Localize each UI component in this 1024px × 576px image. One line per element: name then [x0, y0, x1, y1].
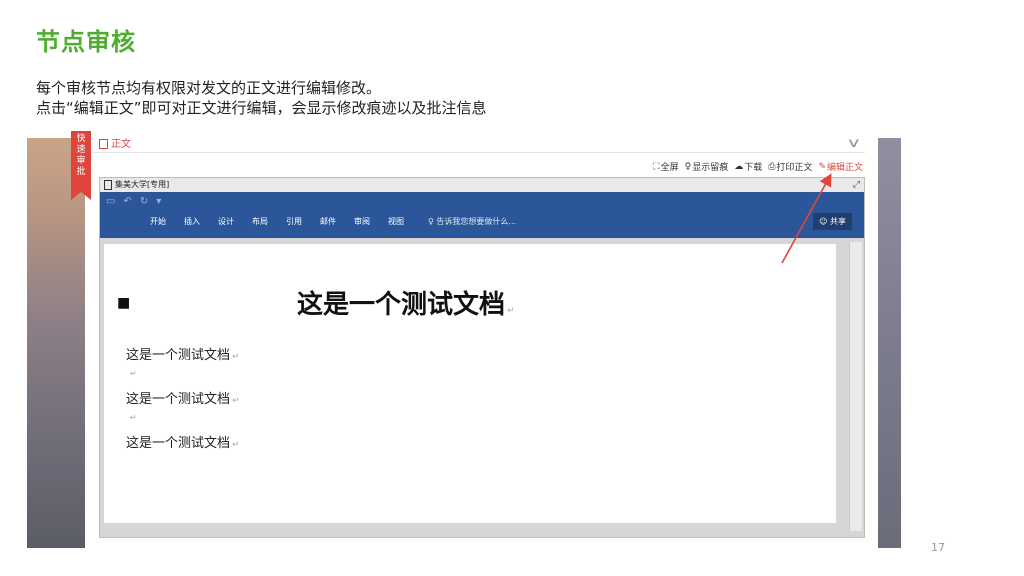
quick-approve-tag[interactable]: 快 速 审 批	[71, 131, 91, 200]
editor-titlebar: 集美大学[专用] ⤢	[100, 178, 864, 192]
download-cloud-icon: ☁	[734, 161, 744, 172]
print-button[interactable]: ⎙ 打印正文	[768, 160, 813, 174]
user-icon: ☺	[819, 217, 828, 226]
document-heading: 这是一个测试文档 ↵	[297, 284, 515, 321]
pencil-icon: ✎	[818, 161, 826, 172]
tab-design[interactable]: 设计	[218, 216, 234, 227]
tab-view[interactable]: 视图	[388, 216, 404, 227]
heading-text: 这是一个测试文档	[297, 290, 506, 320]
tab-insert[interactable]: 插入	[184, 216, 200, 227]
body-text: 这是一个测试文档	[126, 436, 231, 451]
slide-title: 节点审核	[36, 28, 136, 56]
description-line-2: 点击“编辑正文”即可对正文进行编辑，会显示修改痕迹以及批注信息	[36, 99, 487, 117]
page-number: 17	[931, 541, 945, 554]
tab-mailings[interactable]: 邮件	[320, 216, 336, 227]
paragraph-mark: ↵	[232, 440, 240, 450]
empty-paragraph-mark: ↵	[130, 369, 137, 378]
empty-paragraph-mark: ↵	[130, 413, 137, 422]
share-button[interactable]: ☺ 共享	[813, 213, 852, 230]
body-text: 这是一个测试文档	[126, 348, 231, 363]
body-line-2: 这是一个测试文档 ↵	[126, 388, 240, 407]
body-line-1: 这是一个测试文档 ↵	[126, 344, 240, 363]
tab-home[interactable]: 开始	[150, 216, 166, 227]
chevron-down-icon[interactable]: ∨	[847, 138, 862, 151]
ribbon-tabs: 开始 插入 设计 布局 引用 邮件 审阅 视图	[150, 216, 404, 227]
tab-layout[interactable]: 布局	[252, 216, 268, 227]
description-line-1: 每个审核节点均有权限对发文的正文进行编辑修改。	[36, 79, 382, 97]
printer-icon: ⎙	[768, 161, 776, 172]
customize-icon[interactable]: ▾	[156, 196, 161, 207]
tag-char: 批	[76, 167, 86, 177]
document-toolbar: ⛶ 全屏 ♀ 显示留痕 ☁ 下载 ⎙ 打印正文 ✎ 编辑正文	[653, 160, 863, 174]
lightbulb-icon: ♀	[684, 161, 692, 172]
document-icon	[99, 139, 108, 149]
paragraph-mark: ↵	[232, 396, 240, 406]
document-panel: 正文 ∨ ⛶ 全屏 ♀ 显示留痕 ☁ 下载 ⎙ 打印正文 ✎ 编辑正文 集美大学[专用] …	[93, 138, 865, 538]
download-label: 下载	[744, 163, 763, 173]
tab-review[interactable]: 审阅	[354, 216, 370, 227]
paragraph-mark: ↵	[232, 352, 240, 362]
show-marks-button[interactable]: ♀ 显示留痕	[684, 160, 729, 174]
lightbulb-icon: ♀	[428, 217, 434, 226]
tag-char: 快	[76, 134, 86, 144]
body-line-3: 这是一个测试文档 ↵	[126, 432, 240, 451]
right-decorative-image	[878, 138, 901, 548]
tag-char: 速	[76, 145, 86, 155]
description: 每个审核节点均有权限对发文的正文进行编辑修改。 点击“编辑正文”即可对正文进行编…	[36, 78, 487, 118]
vertical-ruler	[849, 242, 862, 531]
document-area: ■ 这是一个测试文档 ↵ 这是一个测试文档 ↵ ↵ 这是一个测试文档 ↵ ↵ 这是一个…	[100, 238, 864, 537]
tab-body-text[interactable]: 正文	[99, 138, 131, 150]
edit-body-button[interactable]: ✎ 编辑正文	[818, 160, 863, 174]
show-marks-label: 显示留痕	[692, 163, 729, 173]
divider	[93, 152, 865, 153]
body-text: 这是一个测试文档	[126, 392, 231, 407]
editor-window-title: 集美大学[专用]	[115, 180, 170, 189]
fullscreen-button[interactable]: ⛶ 全屏	[653, 160, 679, 174]
share-label: 共享	[830, 217, 846, 226]
tab-references[interactable]: 引用	[286, 216, 302, 227]
redo-icon[interactable]: ↻	[140, 196, 148, 207]
bullet-dot: ■	[117, 295, 131, 311]
tell-me-search[interactable]: ♀ 告诉我您想要做什么...	[428, 216, 516, 227]
expand-icon[interactable]: ⤢	[853, 178, 860, 192]
tell-me-label: 告诉我您想要做什么...	[436, 217, 517, 226]
print-label: 打印正文	[776, 163, 813, 173]
word-ribbon: ▭ ↶ ↻ ▾ 开始 插入 设计 布局 引用 邮件 审阅 视图 ♀ 告诉我您想要…	[100, 192, 864, 238]
expand-icon: ⛶	[653, 161, 660, 172]
tab-label: 正文	[111, 139, 131, 150]
undo-icon[interactable]: ↶	[123, 196, 131, 207]
paragraph-mark: ↵	[507, 306, 515, 316]
document-page[interactable]: ■ 这是一个测试文档 ↵ 这是一个测试文档 ↵ ↵ 这是一个测试文档 ↵ ↵ 这是一个…	[104, 244, 836, 523]
word-app-icon	[104, 179, 112, 190]
quick-access-toolbar: ▭ ↶ ↻ ▾	[106, 196, 161, 207]
download-button[interactable]: ☁ 下载	[734, 160, 763, 174]
fullscreen-label: 全屏	[660, 163, 679, 173]
tag-char: 审	[76, 156, 86, 166]
save-icon[interactable]: ▭	[106, 196, 115, 207]
word-editor-frame: 集美大学[专用] ⤢ ▭ ↶ ↻ ▾ 开始 插入 设计 布局 引用 邮件 审阅 …	[99, 177, 865, 538]
edit-label: 编辑正文	[826, 163, 863, 173]
